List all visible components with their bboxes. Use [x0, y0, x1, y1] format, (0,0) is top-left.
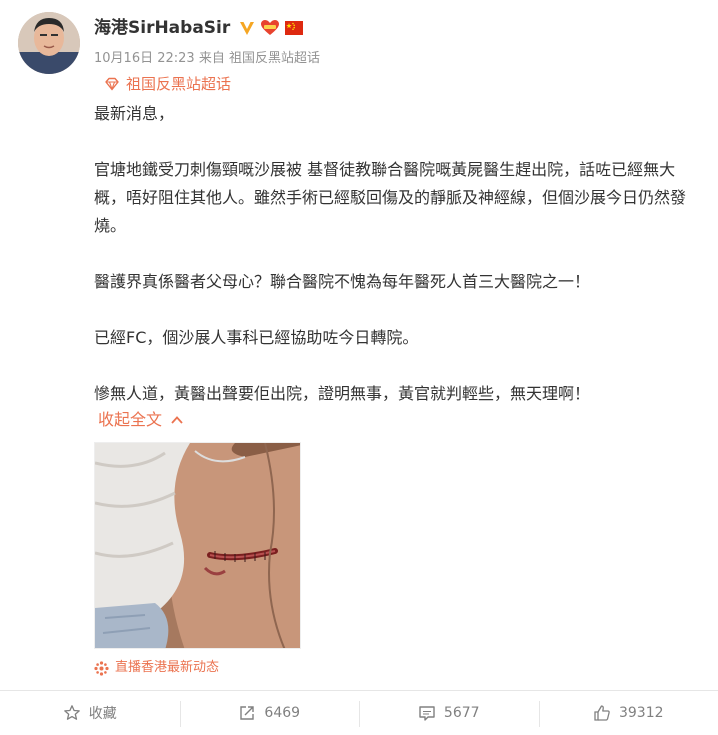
wound-photo [95, 443, 300, 648]
source-prefix: 来自 [198, 51, 225, 66]
super-topic-label: 祖国反黑站超话 [126, 75, 232, 93]
like-button[interactable]: 39312 [538, 691, 718, 735]
comment-icon [419, 706, 435, 721]
comment-count: 5677 [443, 705, 480, 721]
favorite-label: 收藏 [88, 706, 117, 722]
live-source-link[interactable]: 直播香港最新动态 [94, 658, 219, 678]
live-source-label: 直播香港最新动态 [115, 660, 220, 675]
weibo-post-card: 海港SirHabaSir 10月16日 22:23 来自 祖国反黑站超话 祖国反… [0, 0, 718, 735]
live-broadcast-icon [94, 660, 109, 676]
star-icon [63, 705, 80, 720]
thumbs-up-icon [594, 705, 610, 721]
avatar[interactable] [18, 12, 80, 74]
post-timestamp[interactable]: 10月16日 22:23 [94, 51, 195, 66]
chevron-up-icon [171, 416, 183, 424]
post-paragraph: 官塘地鐵受刀刺傷頸嘅沙展被 基督徒教聯合醫院嘅黃屍醫生趕出院，話咗已經無大概，唔… [94, 160, 687, 235]
action-bar: 收藏 6469 5677 39312 [0, 690, 718, 735]
post-meta: 10月16日 22:23 来自 祖国反黑站超话 [94, 50, 320, 68]
repost-button[interactable]: 6469 [179, 691, 360, 735]
post-paragraph: 慘無人道，黃醫出聲要佢出院，證明無事，黃官就判輕些，無天理啊！ [94, 384, 591, 403]
verified-v-icon[interactable] [238, 19, 256, 37]
post-body: 最新消息， 官塘地鐵受刀刺傷頸嘅沙展被 基督徒教聯合醫院嘅黃屍醫生趕出院，話咗已… [94, 100, 706, 408]
like-count: 39312 [618, 705, 664, 721]
collapse-label: 收起全文 [98, 410, 163, 429]
favorite-button[interactable]: 收藏 [0, 691, 180, 735]
repost-icon [240, 706, 255, 720]
author-badges [238, 19, 304, 37]
diamond-topic-icon [105, 77, 119, 91]
source-name[interactable]: 祖国反黑站超话 [229, 51, 320, 66]
post-paragraph: 最新消息， [94, 104, 175, 123]
post-paragraph: 已經FC，個沙展人事科已經協助咗今日轉院。 [94, 328, 419, 347]
author-name[interactable]: 海港SirHabaSir [94, 14, 230, 42]
post-paragraph: 醫護界真係醫者父母心？聯合醫院不愧為每年醫死人首三大醫院之一！ [94, 272, 591, 291]
comment-button[interactable]: 5677 [359, 691, 539, 735]
super-topic-link[interactable]: 祖国反黑站超话 [104, 73, 231, 95]
avatar-photo [18, 12, 80, 74]
post-image[interactable] [94, 442, 301, 649]
collapse-text-button[interactable]: 收起全文 [98, 408, 184, 432]
china-flag-icon [285, 21, 304, 35]
author-row: 海港SirHabaSir [94, 14, 304, 42]
repost-count: 6469 [264, 705, 301, 721]
heart-badge-icon [261, 20, 280, 35]
